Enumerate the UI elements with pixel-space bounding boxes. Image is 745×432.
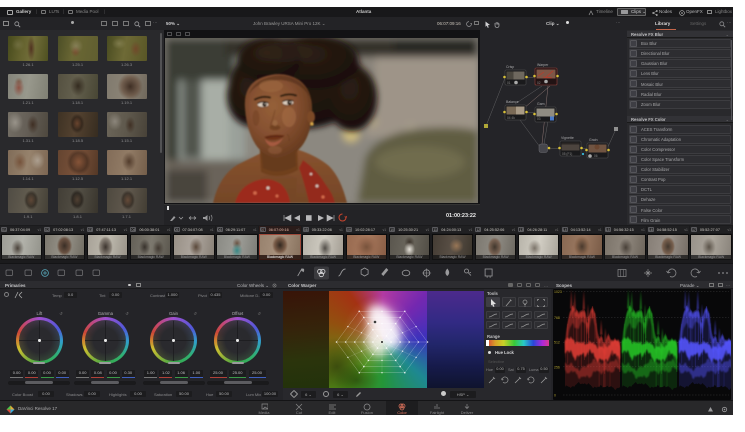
svg-text:Vignette: Vignette [561,136,574,140]
svg-text:02: 02 [537,81,541,85]
svg-text:04 4k: 04 4k [507,116,515,120]
svg-text:Crisp: Crisp [506,65,514,69]
svg-text:03: 03 [537,117,541,121]
svg-text:0: 0 [554,394,556,398]
svg-text:01: 01 [507,81,511,85]
svg-text:06: 06 [594,154,598,158]
svg-text:Balance: Balance [506,100,519,104]
svg-text:256: 256 [554,365,560,369]
svg-text:Warper: Warper [537,63,549,67]
svg-text:768: 768 [554,316,560,320]
svg-text:512: 512 [554,341,560,345]
svg-text:Gam: Gam [537,102,545,106]
svg-text:Grain: Grain [589,138,598,142]
svg-text:1023: 1023 [554,290,562,294]
svg-text:05 (F1): 05 (F1) [562,152,572,156]
